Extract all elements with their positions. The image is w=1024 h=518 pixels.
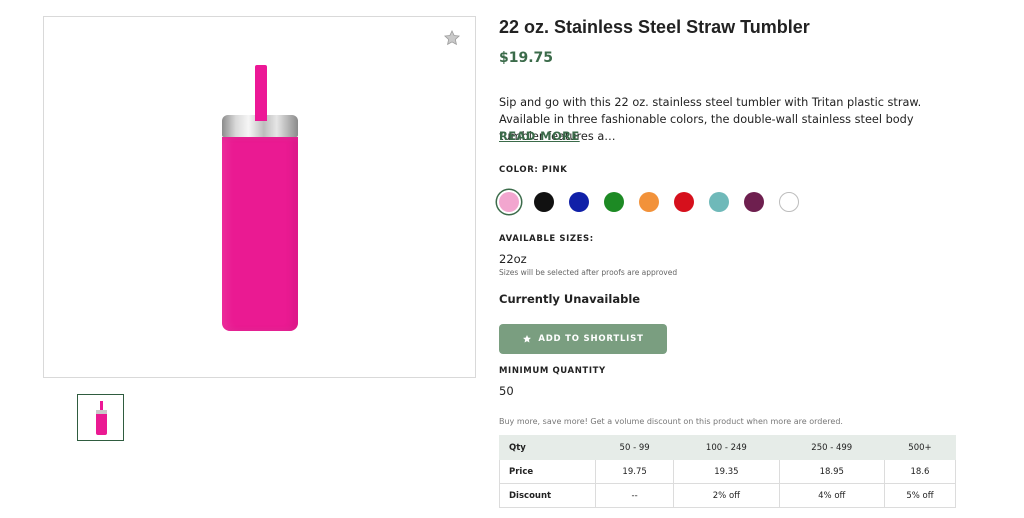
table-row: Price 19.75 19.35 18.95 18.6 xyxy=(499,459,957,484)
minimum-quantity-label: MINIMUM QUANTITY xyxy=(499,366,606,376)
pricing-header-cell: 250 - 499 xyxy=(778,435,885,460)
swatch-orange[interactable] xyxy=(639,192,659,212)
pricing-header-cell: 100 - 249 xyxy=(673,435,780,460)
table-cell: 4% off xyxy=(778,483,885,508)
tumbler-image xyxy=(222,65,298,331)
table-cell: -- xyxy=(594,483,675,508)
product-main-image[interactable] xyxy=(43,16,476,378)
add-to-shortlist-button[interactable]: ADD TO SHORTLIST xyxy=(499,324,667,354)
tumbler-straw xyxy=(255,65,267,121)
color-label: COLOR: PINK xyxy=(499,165,568,175)
shortlist-label: ADD TO SHORTLIST xyxy=(538,334,644,344)
table-cell: 19.75 xyxy=(594,459,675,484)
sizes-label: AVAILABLE SIZES: xyxy=(499,234,594,244)
table-row: Discount -- 2% off 4% off 5% off xyxy=(499,483,957,508)
size-value: 22oz xyxy=(499,252,527,266)
pricing-header-cell: 50 - 99 xyxy=(594,435,675,460)
tumbler-body xyxy=(222,137,298,331)
swatch-teal[interactable] xyxy=(709,192,729,212)
table-cell: Discount xyxy=(499,483,596,508)
swatch-blue[interactable] xyxy=(569,192,589,212)
swatch-red[interactable] xyxy=(674,192,694,212)
star-icon xyxy=(523,335,532,343)
table-cell: Price xyxy=(499,459,596,484)
size-note: Sizes will be selected after proofs are … xyxy=(499,268,678,277)
minimum-quantity-value: 50 xyxy=(499,384,514,398)
table-cell: 18.95 xyxy=(778,459,885,484)
swatch-pink[interactable] xyxy=(499,192,519,212)
swatch-green[interactable] xyxy=(604,192,624,212)
availability-status: Currently Unavailable xyxy=(499,292,641,306)
swatch-black[interactable] xyxy=(534,192,554,212)
table-cell: 18.6 xyxy=(883,459,957,484)
volume-discount-note: Buy more, save more! Get a volume discou… xyxy=(499,417,843,426)
swatch-maroon[interactable] xyxy=(744,192,764,212)
product-title: 22 oz. Stainless Steel Straw Tumbler xyxy=(499,17,810,37)
tumbler-lid xyxy=(222,115,298,137)
product-thumbnail[interactable] xyxy=(77,394,124,441)
pricing-header-cell: 500+ xyxy=(883,435,957,460)
swatch-white[interactable] xyxy=(779,192,799,212)
table-cell: 2% off xyxy=(673,483,780,508)
read-more-link[interactable]: READ MORE xyxy=(499,129,580,143)
table-cell: 19.35 xyxy=(673,459,780,484)
star-icon[interactable] xyxy=(443,29,461,47)
thumbnail-body xyxy=(96,414,107,435)
product-price: $19.75 xyxy=(499,50,554,66)
pricing-table: Qty 50 - 99 100 - 249 250 - 499 500+ Pri… xyxy=(499,435,957,508)
pricing-header-row: Qty 50 - 99 100 - 249 250 - 499 500+ xyxy=(499,435,957,460)
color-swatches xyxy=(499,192,814,212)
pricing-header-cell: Qty xyxy=(499,435,596,460)
table-cell: 5% off xyxy=(883,483,957,508)
